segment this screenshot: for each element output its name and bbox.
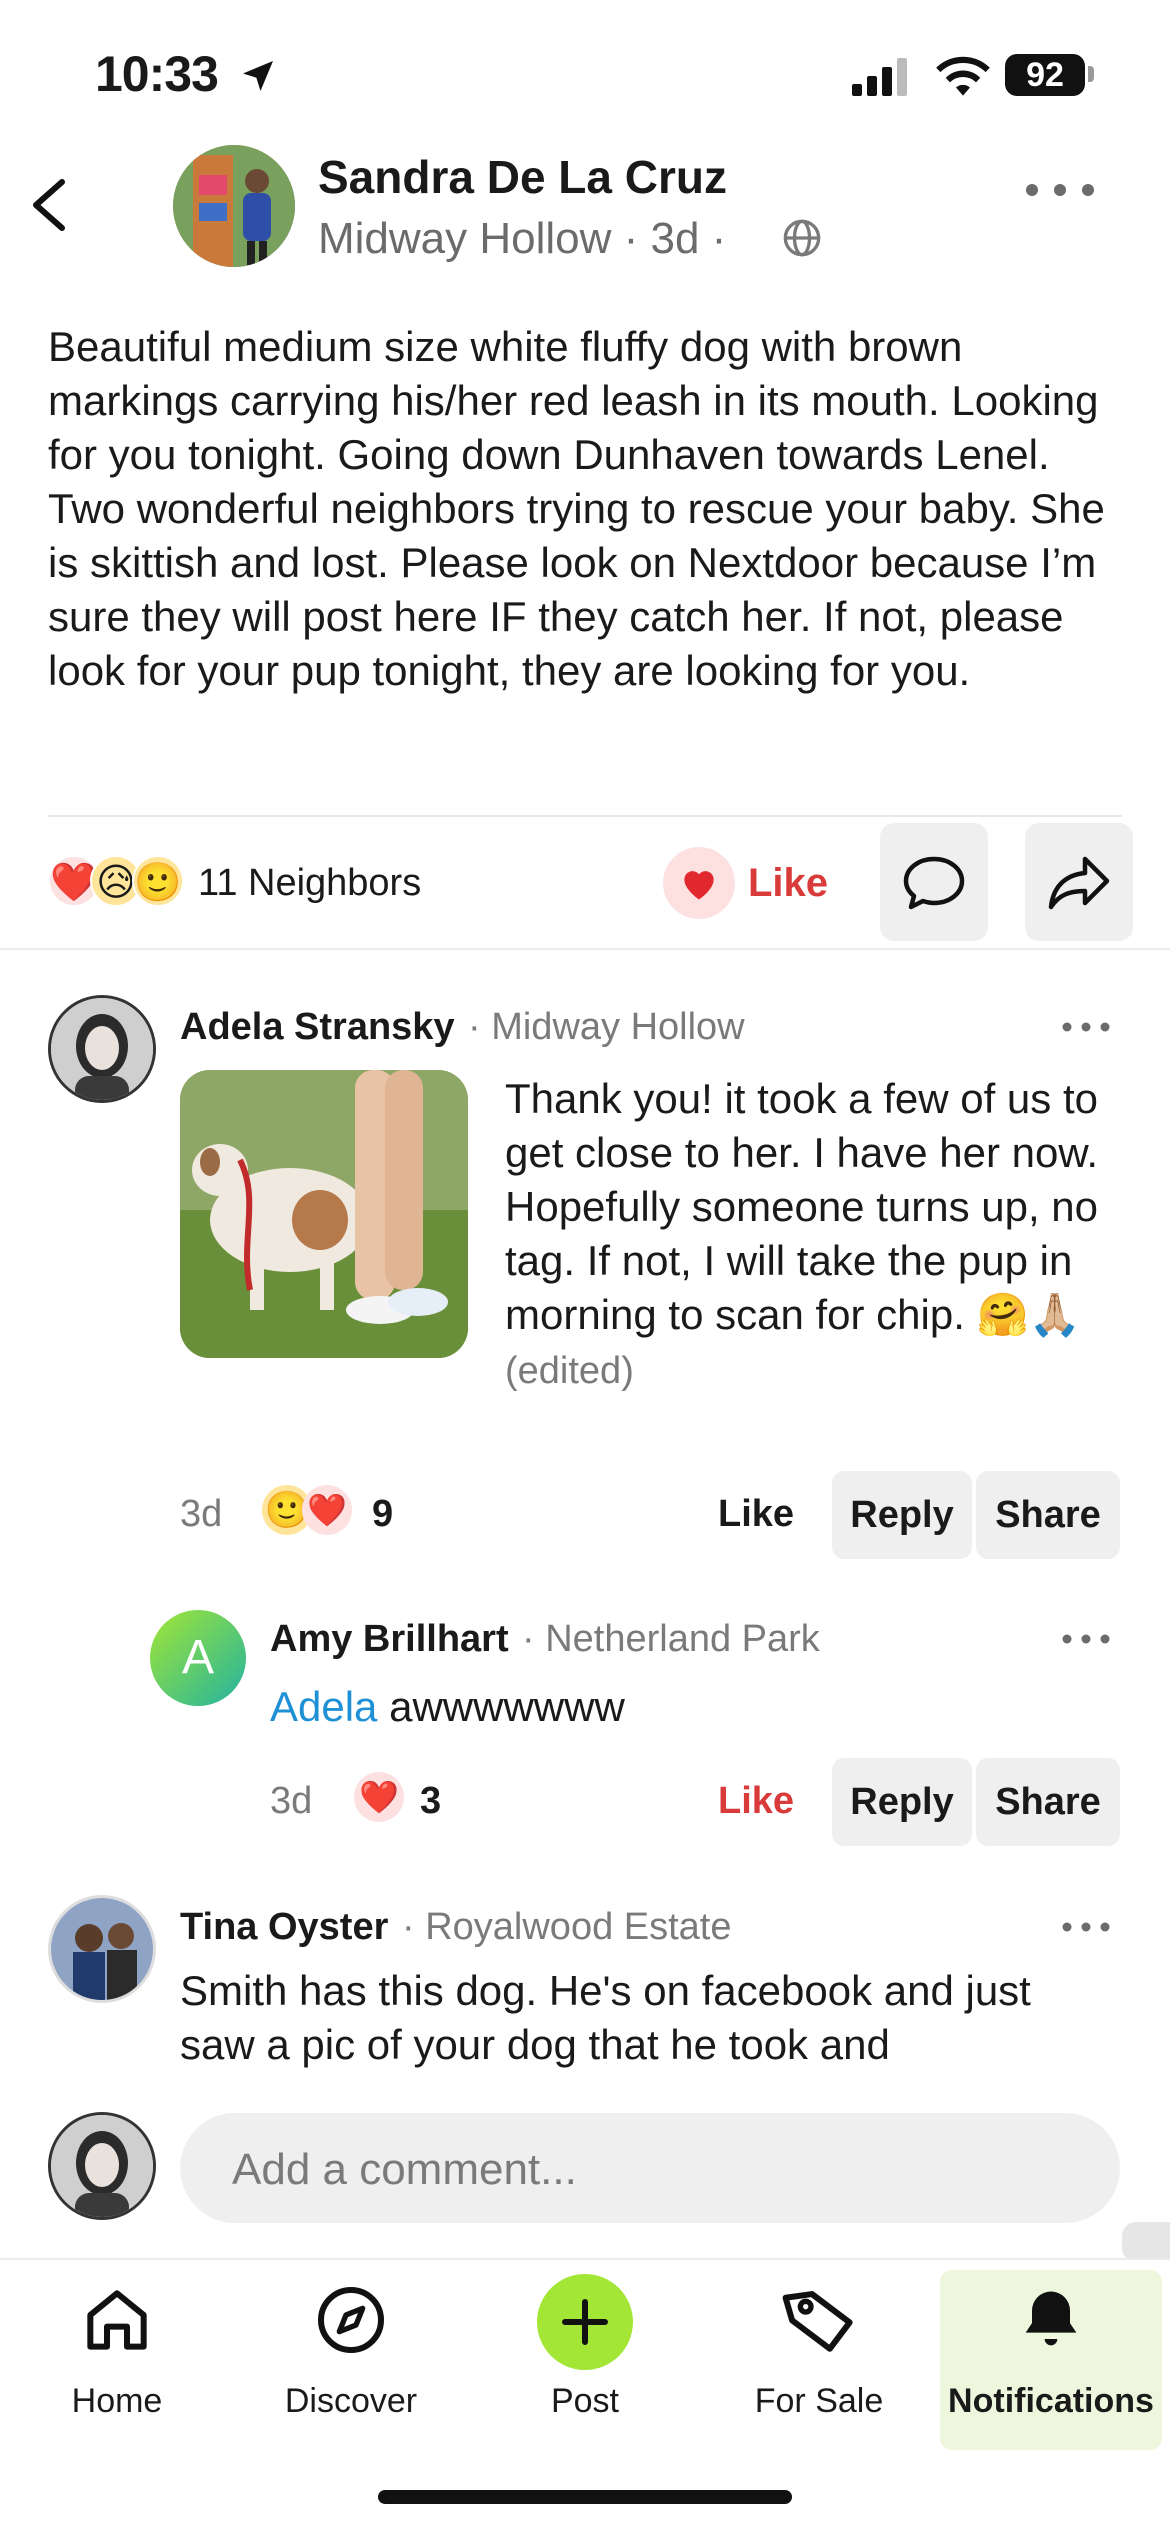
divider — [48, 815, 1122, 817]
battery-tip — [1088, 66, 1094, 82]
nav-home[interactable]: Home — [0, 2260, 234, 2450]
edited-label: (edited) — [505, 1350, 634, 1392]
cellular-signal-icon — [852, 58, 907, 96]
comment-text: Adela awwwwwww — [270, 1680, 625, 1734]
bell-icon — [1025, 2291, 1077, 2346]
status-time: 10:33 — [95, 46, 219, 102]
avatar-photo — [51, 998, 153, 1100]
avatar-photo — [51, 2115, 153, 2217]
back-arrow-icon[interactable] — [20, 170, 80, 240]
commenter-avatar[interactable] — [48, 995, 156, 1103]
divider — [0, 948, 1170, 950]
nav-post[interactable]: Post — [468, 2260, 702, 2450]
post-like-button[interactable]: Like — [663, 847, 843, 919]
comment-button[interactable] — [880, 823, 988, 941]
comment-like-button[interactable]: Like — [718, 1493, 794, 1536]
share-button[interactable] — [1025, 823, 1133, 941]
more-options-icon[interactable] — [1060, 1627, 1112, 1651]
add-comment-input[interactable]: Add a comment... — [180, 2113, 1120, 2223]
commenter-location: · Royalwood Estate — [402, 1906, 732, 1948]
comment-photo[interactable] — [180, 1070, 468, 1358]
commenter-location: · Midway Hollow — [468, 1006, 745, 1048]
nav-label: For Sale — [754, 2382, 884, 2420]
post-body: Beautiful medium size white fluffy dog w… — [48, 323, 1105, 694]
reaction-count[interactable]: 3 — [420, 1780, 441, 1823]
reply-button[interactable]: Reply — [832, 1471, 972, 1559]
mention-link[interactable]: Adela — [270, 1683, 377, 1730]
author-name[interactable]: Sandra De La Cruz — [318, 150, 727, 204]
avatar-photo — [51, 1898, 153, 2000]
home-indicator — [378, 2490, 792, 2504]
comment-time: 3d — [270, 1780, 313, 1822]
comment-text: Thank you! it took a few of us to get cl… — [505, 1072, 1125, 1398]
comment-bubble-icon — [903, 856, 965, 910]
author-meta: Midway Hollow · 3d · — [318, 214, 727, 263]
like-label: Like — [748, 861, 829, 905]
nav-notifications[interactable]: Notifications — [940, 2270, 1162, 2450]
plus-icon — [537, 2274, 633, 2370]
nav-for-sale[interactable]: For Sale — [702, 2260, 936, 2450]
nav-label: Post — [550, 2382, 620, 2420]
commenter-name[interactable]: Adela Stransky — [180, 1006, 455, 1049]
comment-body: awwwwwww — [389, 1683, 625, 1730]
commenter-name[interactable]: Amy Brillhart — [270, 1618, 509, 1661]
reaction-count[interactable]: 9 — [372, 1493, 393, 1536]
author-avatar-image — [173, 145, 295, 267]
share-comment-button[interactable]: Share — [976, 1471, 1120, 1559]
current-user-avatar — [48, 2112, 156, 2220]
heart-icon — [684, 871, 714, 900]
reaction-heart: ❤️ — [302, 1485, 352, 1535]
nav-label: Notifications — [948, 2382, 1154, 2420]
share-comment-button[interactable]: Share — [976, 1758, 1120, 1846]
author-avatar[interactable] — [173, 145, 295, 267]
home-icon — [87, 2290, 147, 2350]
commenter-location: · Netherland Park — [522, 1618, 820, 1660]
reply-button[interactable]: Reply — [832, 1758, 972, 1846]
commenter-avatar[interactable] — [48, 1895, 156, 2003]
more-options-icon[interactable] — [1060, 1015, 1112, 1039]
location-arrow-icon — [243, 61, 273, 91]
commenter-name[interactable]: Tina Oyster — [180, 1906, 388, 1949]
compass-icon — [318, 2287, 384, 2353]
comment-body: Thank you! it took a few of us to get cl… — [505, 1075, 1099, 1338]
more-options-icon[interactable] — [1020, 175, 1100, 205]
dog-photo-image — [180, 1070, 468, 1358]
reaction-heart: ❤️ — [354, 1772, 404, 1822]
wifi-icon — [936, 56, 990, 96]
comment-body: Smith has this dog. He's on facebook and… — [180, 1967, 1031, 2068]
globe-icon — [783, 219, 821, 257]
scroll-handle[interactable] — [1122, 2222, 1170, 2262]
more-options-icon[interactable] — [1060, 1915, 1112, 1939]
share-arrow-icon — [1048, 856, 1110, 910]
commenter-avatar-letter[interactable]: A — [150, 1610, 246, 1706]
nav-label: Discover — [284, 2382, 418, 2420]
nav-discover[interactable]: Discover — [234, 2260, 468, 2450]
nav-label: Home — [71, 2382, 163, 2420]
comment-time: 3d — [180, 1493, 223, 1535]
add-comment-placeholder: Add a comment... — [232, 2145, 577, 2194]
price-tag-icon — [782, 2291, 853, 2352]
comment-like-button[interactable]: Like — [718, 1780, 794, 1823]
status-bar: 10:33 92 — [0, 0, 1170, 140]
battery-indicator: 92 — [1005, 54, 1085, 96]
reaction-count[interactable]: 11 Neighbors — [198, 862, 421, 905]
reaction-smile: 🙂 — [132, 855, 184, 907]
